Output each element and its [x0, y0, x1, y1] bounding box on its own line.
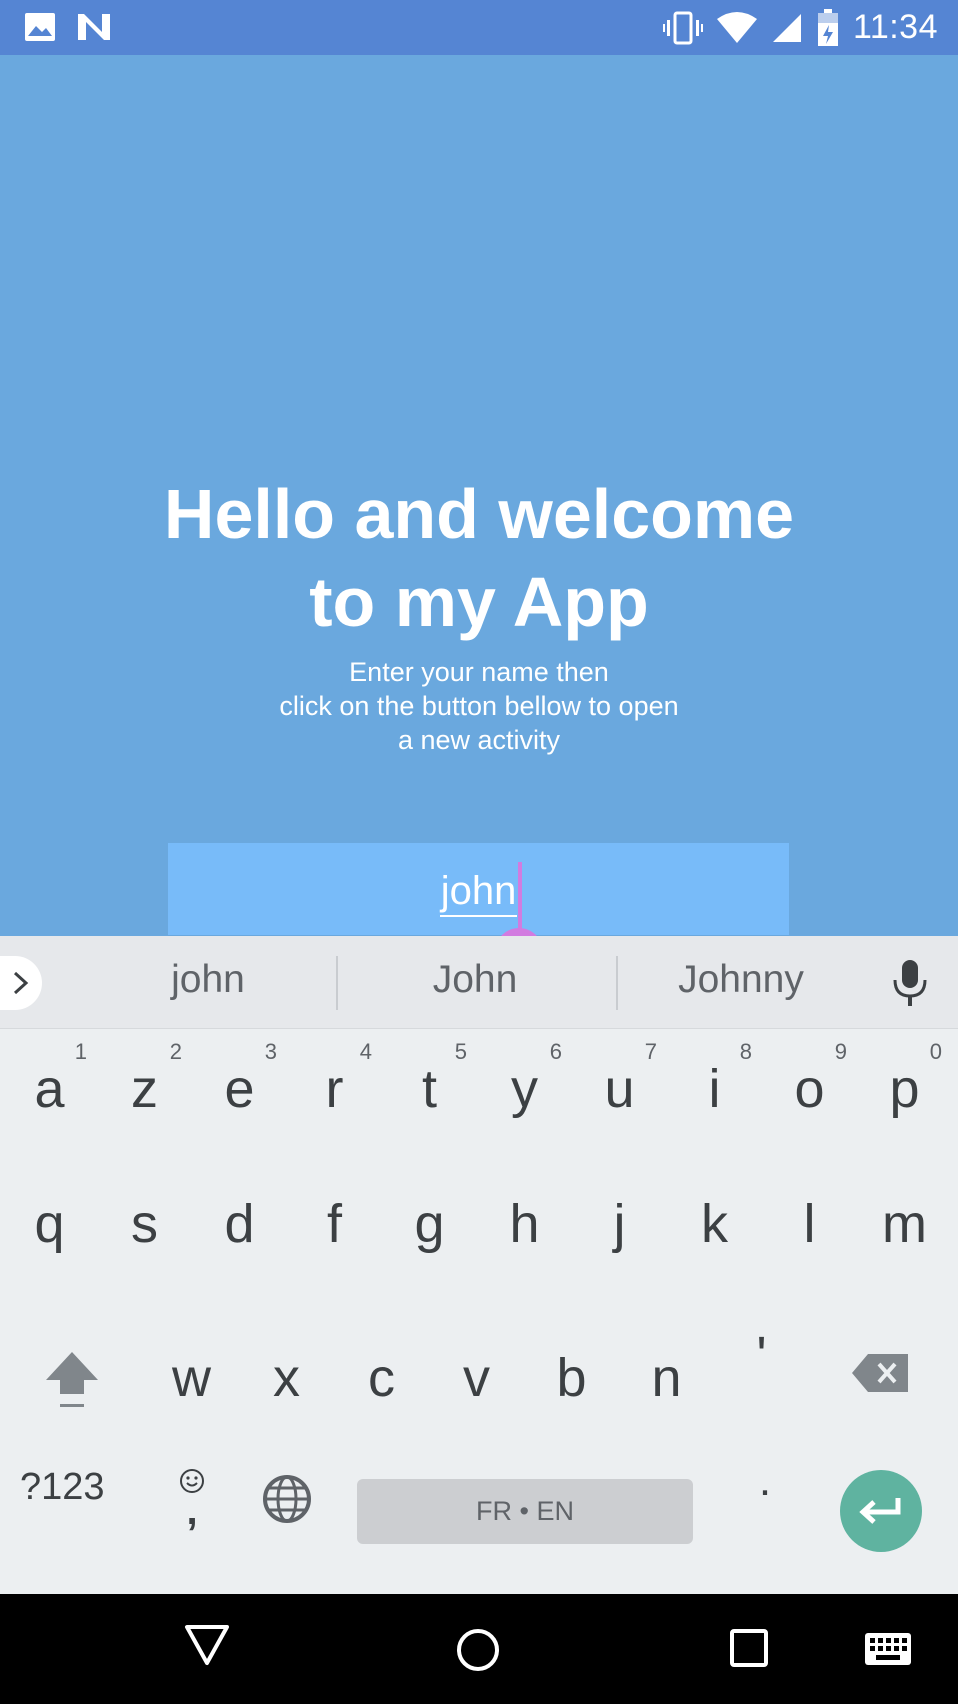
comma-label: , [186, 1489, 198, 1533]
key-apostrophe[interactable]: ' [714, 1296, 809, 1416]
key-t[interactable]: t5 [382, 1029, 477, 1149]
back-icon[interactable] [184, 1624, 230, 1671]
key-x[interactable]: x [239, 1318, 334, 1438]
key-p[interactable]: p0 [857, 1029, 952, 1149]
backspace-key[interactable] [852, 1352, 910, 1399]
key-number-hint: 1 [74, 1039, 87, 1064]
key-label: y [511, 1059, 538, 1119]
key-number-hint: 7 [644, 1039, 657, 1064]
suggestion-strip: john John Johnny [0, 936, 958, 1029]
key-number-hint: 3 [264, 1039, 277, 1064]
key-label: r [325, 1059, 344, 1119]
key-m[interactable]: m [857, 1164, 952, 1284]
navigation-bar [0, 1594, 958, 1704]
key-z[interactable]: z2 [97, 1029, 192, 1149]
key-number-hint: 9 [834, 1039, 847, 1064]
n-notification-icon [76, 12, 112, 42]
space-key[interactable]: FR • EN [357, 1479, 693, 1544]
chevron-right-icon [13, 971, 29, 995]
shift-arrow-icon [46, 1352, 98, 1407]
globe-icon [263, 1475, 311, 1523]
shift-key[interactable] [44, 1350, 100, 1415]
enter-key[interactable] [840, 1470, 922, 1552]
key-q[interactable]: q [2, 1164, 97, 1284]
key-j[interactable]: j [572, 1164, 667, 1284]
key-number-hint: 2 [169, 1039, 182, 1064]
key-g[interactable]: g [382, 1164, 477, 1284]
expand-toolbar-button[interactable] [0, 956, 42, 1010]
recents-icon[interactable] [729, 1628, 769, 1673]
key-f[interactable]: f [287, 1164, 382, 1284]
instructions-text: Enter your name then click on the button… [0, 655, 958, 757]
key-number-hint: 4 [359, 1039, 372, 1064]
emoji-comma-key[interactable]: , [172, 1468, 212, 1533]
key-label: o [794, 1059, 825, 1119]
period-key[interactable]: . [740, 1456, 790, 1506]
key-l[interactable]: l [762, 1164, 857, 1284]
key-label: u [604, 1059, 635, 1119]
key-d[interactable]: d [192, 1164, 287, 1284]
instructions-line-2: click on the button bellow to open [279, 691, 679, 721]
name-input-value[interactable]: john [439, 869, 518, 917]
key-r[interactable]: r4 [287, 1029, 382, 1149]
vibrate-icon [662, 10, 703, 46]
key-number-hint: 6 [549, 1039, 562, 1064]
keyboard-switch-icon[interactable] [864, 1632, 912, 1671]
key-b[interactable]: b [524, 1318, 619, 1438]
status-bar: 11:34 [0, 0, 958, 55]
key-a[interactable]: a1 [2, 1029, 97, 1149]
symbols-key[interactable]: ?123 [20, 1466, 105, 1509]
welcome-title: Hello and welcome to my App [0, 470, 958, 646]
key-i[interactable]: i8 [667, 1029, 762, 1149]
suggestion-1[interactable]: john [88, 958, 328, 1002]
language-switch-key[interactable] [262, 1474, 312, 1529]
key-y[interactable]: y6 [477, 1029, 572, 1149]
key-label: t [421, 1059, 437, 1119]
signal-icon [771, 12, 803, 44]
key-e[interactable]: e3 [192, 1029, 287, 1149]
key-w[interactable]: w [144, 1318, 239, 1438]
suggestion-3[interactable]: Johnny [621, 958, 861, 1002]
key-number-hint: 8 [739, 1039, 752, 1064]
key-s[interactable]: s [97, 1164, 192, 1284]
key-label: a [34, 1059, 65, 1119]
key-c[interactable]: c [334, 1318, 429, 1438]
image-icon [24, 12, 56, 42]
instructions-line-3: a new activity [397, 725, 561, 755]
key-u[interactable]: u7 [572, 1029, 667, 1149]
key-label: z [131, 1059, 158, 1119]
home-icon[interactable] [456, 1628, 500, 1677]
key-h[interactable]: h [477, 1164, 572, 1284]
battery-icon [817, 8, 839, 47]
backspace-icon [852, 1354, 908, 1392]
key-label: p [889, 1059, 920, 1119]
key-n[interactable]: n [619, 1318, 714, 1438]
key-label: i [708, 1059, 721, 1119]
suggestion-divider [616, 956, 618, 1010]
key-number-hint: 0 [929, 1039, 942, 1064]
key-v[interactable]: v [429, 1318, 524, 1438]
suggestion-divider [336, 956, 338, 1010]
suggestion-2[interactable]: John [355, 958, 595, 1002]
wifi-icon [716, 11, 757, 45]
welcome-title-line-2: to my App [309, 563, 649, 641]
name-input[interactable]: john [168, 843, 789, 935]
enter-arrow-icon [859, 1498, 901, 1524]
key-o[interactable]: o9 [762, 1029, 857, 1149]
clock-time: 11:34 [852, 8, 938, 46]
instructions-line-1: Enter your name then [349, 657, 609, 687]
microphone-icon[interactable] [892, 960, 928, 1011]
key-label: e [224, 1059, 255, 1119]
key-k[interactable]: k [667, 1164, 762, 1284]
key-number-hint: 5 [454, 1039, 467, 1064]
soft-keyboard: john John Johnny a1 z2 e3 r4 t5 y6 u7 i8… [0, 936, 958, 1594]
welcome-title-line-1: Hello and welcome [163, 475, 795, 553]
